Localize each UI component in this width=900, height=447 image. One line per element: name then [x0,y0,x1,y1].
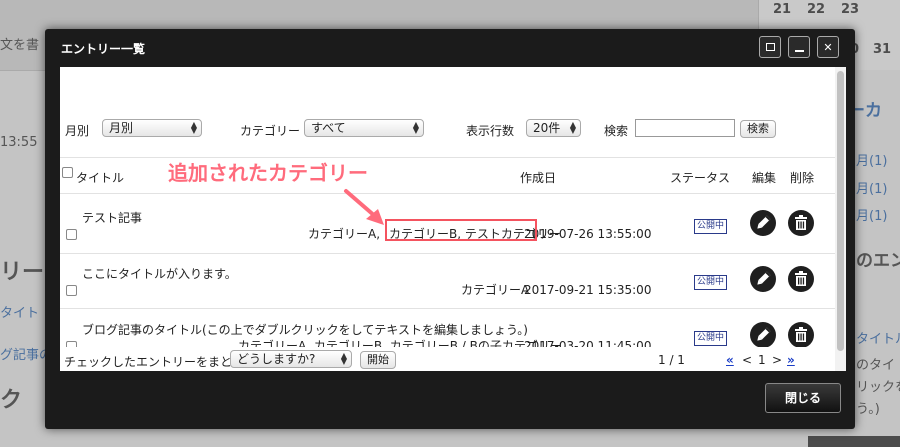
month-select-value: 月別 [109,121,134,135]
search-button[interactable]: 検索 [740,120,776,138]
bulk-action-bar: チェックしたエントリーをまとめて どうしますか? ▲ ▼ 開始 1 / 1 « < … [60,347,835,371]
trash-icon [795,271,807,286]
column-created: 作成日 [520,171,557,185]
background-link: タイトルが入 [856,332,900,347]
entry-list-modal: エントリー一覧 ✕ 月別 月別 ▲ ▼ カテゴリー すべて ▲ ▼ 表示行数 20件 ▲ ▼… [45,29,855,429]
background-footer [808,436,900,447]
scrollbar[interactable] [835,67,846,371]
maximize-button[interactable] [759,36,781,58]
pencil-icon [757,327,771,341]
bulk-action-label: チェックしたエントリーをまとめて [64,355,257,369]
scrollbar-thumb[interactable] [837,71,844,351]
pencil-icon [757,215,771,229]
background-text: のタイ [856,358,896,373]
minimize-icon [794,49,804,52]
column-delete: 削除 [790,171,815,185]
delete-button[interactable] [788,210,814,236]
first-page-link[interactable]: « [726,353,734,367]
entry-title[interactable]: ここにタイトルが入ります。 [82,265,237,282]
background-heading: リー [0,260,45,285]
search-label: 検索 [604,124,629,138]
month-filter-label: 月別 [65,124,90,138]
entry-title[interactable]: テスト記事 [82,209,142,226]
month-select[interactable]: 月別 ▲ ▼ [102,119,202,137]
select-arrows-icon: ▲ ▼ [569,120,576,135]
select-arrows-icon: ▲ ▼ [412,120,419,135]
background-link: 月(1) [856,209,888,224]
bulk-action-value: どうしますか? [237,352,316,366]
entry-created-date: 2019-07-26 13:55:00 [524,227,652,241]
edit-button[interactable] [750,322,776,348]
entry-categories: カテゴリーA [461,283,530,297]
background-text: う。) [856,402,880,417]
current-page: 1 [758,353,766,367]
category-highlight-box [385,219,537,241]
select-arrows-icon: ▲ ▼ [190,120,197,135]
rows-select-value: 20件 [533,121,561,135]
close-window-button[interactable]: ✕ [817,36,839,58]
background-text: リックをし [856,380,900,395]
status-badge: 公開中 [694,275,728,290]
background-text: 文を書 [0,38,40,53]
status-badge: 公開中 [694,331,728,346]
divider [60,193,835,194]
pencil-icon [757,271,771,285]
prev-page[interactable]: < [742,353,752,367]
trash-icon [795,327,807,342]
rows-select[interactable]: 20件 ▲ ▼ [526,119,581,137]
divider [60,253,835,254]
calendar-day: 21 [772,2,792,17]
modal-content: 月別 月別 ▲ ▼ カテゴリー すべて ▲ ▼ 表示行数 20件 ▲ ▼ 検索 検索 タイト… [60,67,835,371]
background-heading: ク [0,388,23,413]
annotation-text: 追加されたカテゴリー [168,161,368,185]
background-time: 13:55 [0,135,38,150]
calendar-day: 22 [806,2,826,17]
delete-button[interactable] [788,266,814,292]
category-filter-label: カテゴリー [240,124,301,138]
modal-title: エントリー一覧 [61,42,146,56]
row-checkbox[interactable] [66,229,77,240]
select-all-checkbox[interactable] [62,167,73,178]
category-select[interactable]: すべて ▲ ▼ [304,119,424,137]
last-page-link[interactable]: » [787,353,795,367]
rows-filter-label: 表示行数 [466,124,515,138]
minimize-button[interactable] [788,36,810,58]
maximize-icon [765,43,775,51]
column-edit: 編集 [752,171,777,185]
status-badge: 公開中 [694,219,728,234]
background-link: 月(1) [856,154,888,169]
edit-button[interactable] [750,266,776,292]
close-button[interactable]: 閉じる [765,383,841,413]
entry-created-date: 2017-09-21 15:35:00 [524,283,652,297]
bulk-start-button[interactable]: 開始 [360,351,396,369]
row-checkbox[interactable] [66,285,77,296]
page-count: 1 / 1 [658,353,685,367]
select-arrows-icon: ▲ ▼ [340,351,347,366]
trash-icon [795,215,807,230]
divider [60,308,835,309]
bulk-action-select[interactable]: どうしますか? ▲ ▼ [230,350,352,368]
background-heading: のエン [856,251,900,271]
column-status: ステータス [670,171,731,185]
delete-button[interactable] [788,322,814,348]
column-title: タイトル [76,171,125,185]
next-page[interactable]: > [772,353,782,367]
category-select-value: すべて [311,121,346,135]
background-link: 月(1) [856,182,888,197]
background-link: タイト [0,306,40,321]
entry-title[interactable]: ブログ記事のタイトル(この上でダブルクリックをしてテキストを編集しましょう。) [82,321,528,338]
close-icon: ✕ [823,40,833,54]
edit-button[interactable] [750,210,776,236]
annotation-arrow-icon [344,189,384,225]
calendar-day: 31 [872,42,892,57]
search-input[interactable] [635,119,735,137]
calendar-day: 23 [840,2,860,17]
